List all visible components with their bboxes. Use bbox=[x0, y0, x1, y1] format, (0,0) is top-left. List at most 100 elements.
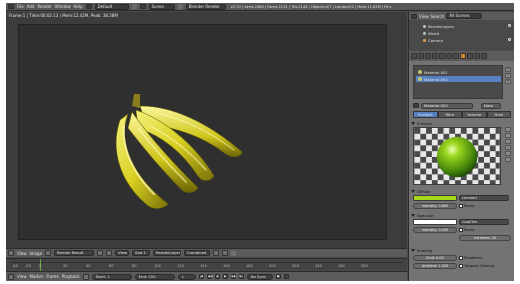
play-icon[interactable]: ▶ bbox=[222, 274, 228, 279]
preview-monkey-icon[interactable] bbox=[505, 145, 511, 150]
view-mode-icon[interactable] bbox=[106, 250, 113, 256]
menu-help[interactable]: Help bbox=[73, 4, 82, 9]
material-slot-item[interactable]: Material.002 bbox=[416, 76, 501, 82]
menu-view[interactable]: View bbox=[17, 274, 27, 279]
material-browse-icon[interactable] bbox=[413, 103, 419, 108]
render-context-icon[interactable] bbox=[411, 53, 417, 59]
image-browse-icon[interactable] bbox=[45, 250, 52, 256]
hardness-slider[interactable]: Hardness: 50 bbox=[459, 235, 511, 241]
timeline[interactable]: -40 -20 0 20 40 60 80 100 120 140 160 18… bbox=[6, 258, 407, 271]
diffuse-intensity-slider[interactable]: Intensity: 0.800 bbox=[413, 203, 457, 209]
jump-key-back-icon[interactable]: ◀◀ bbox=[206, 274, 212, 279]
constraints-context-icon[interactable] bbox=[439, 53, 445, 59]
tab-halo[interactable]: Halo bbox=[486, 111, 511, 118]
start-frame-field[interactable]: Start: 1 bbox=[91, 273, 132, 280]
slot-menu-icon[interactable]: ▾ bbox=[505, 79, 511, 84]
sync-select[interactable]: No Sync bbox=[246, 273, 273, 280]
render-engine-select[interactable]: Blender Render bbox=[185, 3, 226, 10]
modifiers-context-icon[interactable] bbox=[446, 53, 452, 59]
screen-layout-field[interactable]: Default bbox=[94, 3, 129, 10]
visibility-eye-icon[interactable] bbox=[508, 38, 511, 41]
jump-end-icon[interactable]: ▶| bbox=[238, 274, 244, 279]
menu-add[interactable]: Add bbox=[27, 4, 35, 9]
render-pass-select[interactable]: Combined bbox=[184, 250, 211, 256]
preview-sphere-icon[interactable] bbox=[505, 133, 511, 138]
image-editor-viewport[interactable]: Frame:1 | Time:00:02.13 | Mem:12.42M, Pe… bbox=[6, 12, 407, 248]
slot-select[interactable]: Slot 1 bbox=[132, 250, 151, 256]
scene-field[interactable]: Scene bbox=[148, 3, 175, 10]
shading-panel-header[interactable]: Shading bbox=[411, 247, 513, 253]
record-icon[interactable]: ● bbox=[275, 274, 281, 279]
menu-view[interactable]: View bbox=[17, 251, 27, 256]
diffuse-shader-select[interactable]: Lambert bbox=[459, 195, 509, 201]
pin-icon[interactable] bbox=[97, 250, 104, 256]
keying-set-icon[interactable] bbox=[283, 274, 289, 279]
scene-context-icon[interactable] bbox=[418, 53, 424, 59]
preview-range-icon[interactable] bbox=[82, 273, 89, 280]
specular-color-swatch[interactable] bbox=[413, 219, 457, 225]
menu-image[interactable]: Image bbox=[30, 251, 43, 256]
diffuse-panel-header[interactable]: Diffuse bbox=[411, 188, 513, 194]
preview-flat-icon[interactable] bbox=[505, 127, 511, 132]
preview-cube-icon[interactable] bbox=[505, 139, 511, 144]
end-frame-field[interactable]: End: 250 bbox=[134, 273, 175, 280]
material-slot-item[interactable]: Material.001 bbox=[416, 69, 501, 75]
outliner-item-world[interactable]: World bbox=[423, 30, 439, 36]
world-context-icon[interactable] bbox=[425, 53, 431, 59]
render-layer-select[interactable]: RenderLayer bbox=[153, 250, 182, 256]
add-scene-button[interactable] bbox=[177, 4, 183, 9]
tab-volume[interactable]: Volume bbox=[462, 111, 487, 118]
remove-slot-button[interactable]: − bbox=[505, 73, 511, 78]
scene-icon[interactable] bbox=[139, 4, 146, 9]
tab-wire[interactable]: Wire bbox=[437, 111, 462, 118]
toggle-region-icon[interactable] bbox=[231, 250, 237, 256]
emit-slider[interactable]: Emit: 0.00 bbox=[413, 255, 457, 261]
menu-marker[interactable]: Marker bbox=[30, 274, 44, 279]
specular-panel-header[interactable]: Specular bbox=[411, 212, 513, 218]
preview-sky-icon[interactable] bbox=[505, 157, 511, 162]
editor-type-icon[interactable] bbox=[8, 4, 14, 9]
editor-type-icon[interactable] bbox=[8, 250, 14, 256]
editor-type-icon[interactable] bbox=[411, 13, 417, 19]
outliner-search-label[interactable]: Search bbox=[431, 14, 445, 19]
image-name-field[interactable]: Render Result bbox=[54, 250, 95, 256]
jump-key-forward-icon[interactable]: ▶▶ bbox=[230, 274, 236, 279]
shadeless-checkbox[interactable]: Shadeless bbox=[459, 255, 482, 261]
play-reverse-icon[interactable]: ◀ bbox=[214, 274, 220, 279]
menu-file[interactable]: File bbox=[17, 4, 24, 9]
texture-context-icon[interactable] bbox=[467, 53, 473, 59]
specular-shader-select[interactable]: CookTorr bbox=[459, 219, 509, 225]
preview-hair-icon[interactable] bbox=[505, 151, 511, 156]
diffuse-ramp-checkbox[interactable]: Ramp bbox=[459, 203, 474, 209]
material-name-field[interactable]: Material.002 bbox=[421, 102, 473, 109]
link-data-select[interactable]: Data bbox=[481, 102, 501, 109]
outliner-item-camera[interactable]: Camera bbox=[423, 37, 443, 43]
tab-surface[interactable]: Surface bbox=[413, 111, 438, 118]
outliner-item-renderlayers[interactable]: RenderLayers bbox=[423, 23, 454, 29]
mesh-data-context-icon[interactable] bbox=[453, 53, 459, 59]
outliner-filter-select[interactable]: All Scenes bbox=[446, 13, 483, 19]
outliner-menu-view[interactable]: View bbox=[419, 14, 429, 19]
specular-ramp-checkbox[interactable]: Ramp bbox=[459, 227, 474, 233]
specular-intensity-slider[interactable]: Intensity: 0.500 bbox=[413, 227, 457, 233]
current-frame-field[interactable]: 1 bbox=[177, 273, 196, 280]
tangent-shading-checkbox[interactable]: Tangent Shading bbox=[459, 263, 494, 269]
editor-type-icon[interactable] bbox=[8, 273, 14, 280]
menu-window[interactable]: Window bbox=[55, 4, 71, 9]
add-screen-button[interactable] bbox=[131, 4, 137, 9]
uv-sync-icon[interactable] bbox=[222, 250, 229, 256]
ambient-slider[interactable]: Ambient: 1.000 bbox=[413, 263, 457, 269]
visibility-eye-icon[interactable] bbox=[508, 24, 511, 27]
display-channels-icon[interactable] bbox=[213, 250, 220, 256]
screen-layout-icon[interactable] bbox=[85, 4, 92, 9]
add-slot-button[interactable]: + bbox=[505, 67, 511, 72]
menu-frame[interactable]: Frame bbox=[46, 274, 58, 279]
particles-context-icon[interactable] bbox=[474, 53, 480, 59]
menu-playback[interactable]: Playback bbox=[62, 274, 80, 279]
diffuse-color-swatch[interactable] bbox=[413, 195, 457, 201]
jump-start-icon[interactable]: |◀ bbox=[198, 274, 204, 279]
menu-render[interactable]: Render bbox=[37, 4, 51, 9]
physics-context-icon[interactable] bbox=[481, 53, 487, 59]
object-context-icon[interactable] bbox=[432, 53, 438, 59]
material-slot-list[interactable]: Material.001 Material.002 bbox=[413, 65, 503, 99]
